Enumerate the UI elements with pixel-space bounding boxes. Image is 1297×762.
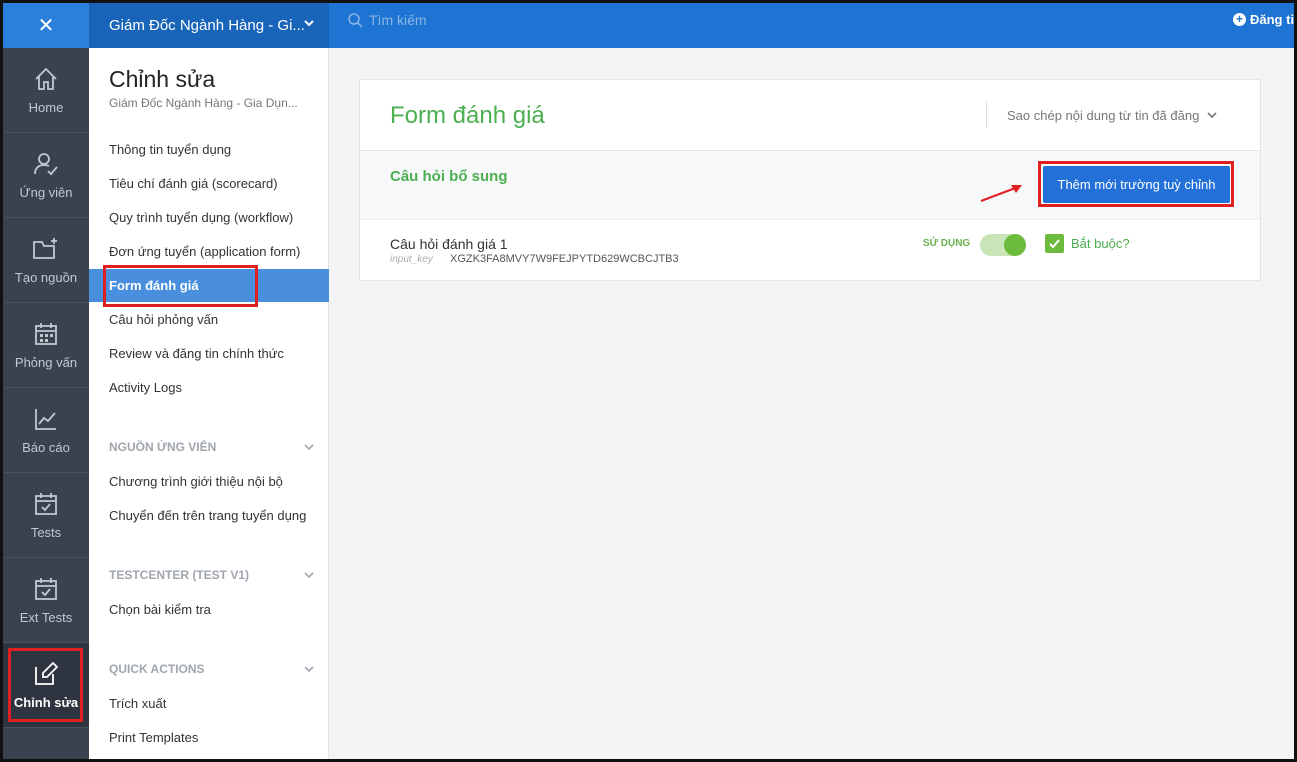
menu-item-choose-test[interactable]: Chọn bài kiểm tra xyxy=(89,593,329,626)
rail-item-interview[interactable]: Phỏng vấn xyxy=(3,303,89,388)
edit-side-menu: Chỉnh sửa Giám Đốc Ngành Hàng - Gia Dụn.… xyxy=(89,48,329,759)
required-label: Bắt buộc? xyxy=(1071,236,1130,251)
chart-line-icon xyxy=(35,408,56,430)
rail-item-sourcing[interactable]: Tạo nguồn xyxy=(3,218,89,303)
close-icon: ✕ xyxy=(37,15,55,37)
menu-item-print-templates[interactable]: Print Templates xyxy=(89,721,329,754)
section-testcenter[interactable]: TESTCENTER (TEST V1) xyxy=(109,568,314,582)
post-job-label: Đăng tin xyxy=(1250,12,1297,27)
chevron-down-icon xyxy=(1207,112,1217,119)
menu-item-evaluation-form[interactable]: Form đánh giá xyxy=(89,265,329,307)
rail-item-edit[interactable]: Chỉnh sửa xyxy=(3,643,89,728)
rail-item-tests[interactable]: Tests xyxy=(3,473,89,558)
use-label: SỬ DỤNG xyxy=(923,238,971,249)
input-key-value: XGZK3FA8MVY7W9FEJPYTD629WCBCJTB3 xyxy=(450,253,679,265)
rail-item-home[interactable]: Home xyxy=(3,48,89,133)
plus-circle-icon: + xyxy=(1233,13,1246,26)
job-selector[interactable]: Giám Đốc Ngành Hàng - Gi... xyxy=(89,3,329,48)
additional-questions-section: Câu hỏi bổ sung Thêm mới trường tuỳ chỉn… xyxy=(360,150,1260,220)
section-title: QUICK ACTIONS xyxy=(109,662,205,676)
search-placeholder: Tìm kiếm xyxy=(369,12,427,28)
add-custom-field-button[interactable]: Thêm mới trường tuỳ chỉnh xyxy=(1043,166,1230,203)
highlight-box xyxy=(103,265,258,307)
menu-item-career-page[interactable]: Chuyển đến trên trang tuyển dụng xyxy=(89,499,329,532)
page-title: Form đánh giá xyxy=(390,102,545,129)
candidate-icon xyxy=(34,152,58,175)
top-bar: ✕ Giám Đốc Ngành Hàng - Gi... Tìm kiếm +… xyxy=(0,0,1297,48)
chevron-down-icon xyxy=(304,20,314,27)
rail-label: Báo cáo xyxy=(22,439,70,455)
rail-label: Tests xyxy=(30,524,62,540)
section-title: TESTCENTER (TEST V1) xyxy=(109,568,250,582)
question-row: Câu hỏi đánh giá 1 input_key XGZK3FA8MVY… xyxy=(360,220,1260,280)
copy-content-label: Sao chép nội dung từ tin đã đăng xyxy=(1007,107,1200,123)
folder-plus-icon xyxy=(33,237,57,259)
chevron-down-icon xyxy=(304,666,314,673)
menu-title: Chỉnh sửa xyxy=(109,66,216,92)
ext-test-calendar-icon xyxy=(35,577,57,600)
rail-label: Home xyxy=(28,99,64,115)
checkbox-checked-icon xyxy=(1045,234,1064,253)
section-title: Câu hỏi bổ sung xyxy=(390,168,508,185)
rail-item-reports[interactable]: Báo cáo xyxy=(3,388,89,473)
copy-content-dropdown[interactable]: Sao chép nội dung từ tin đã đăng xyxy=(986,102,1217,128)
section-quick-actions[interactable]: QUICK ACTIONS xyxy=(109,662,314,676)
home-icon xyxy=(35,67,57,90)
job-title: Giám Đốc Ngành Hàng - Gi... xyxy=(109,17,305,34)
chevron-down-icon xyxy=(304,444,314,451)
menu-item-activity-logs[interactable]: Activity Logs xyxy=(89,371,329,404)
rail-label: Phỏng vấn xyxy=(14,354,78,370)
chevron-down-icon xyxy=(304,572,314,579)
menu-item-interview-questions[interactable]: Câu hỏi phỏng vấn xyxy=(89,303,329,336)
menu-item-export[interactable]: Trích xuất xyxy=(89,687,329,720)
section-candidate-sources[interactable]: NGUỒN ỨNG VIÊN xyxy=(109,440,314,454)
menu-item-job-info[interactable]: Thông tin tuyển dụng xyxy=(89,133,329,166)
required-checkbox[interactable]: Bắt buộc? xyxy=(1045,234,1130,253)
evaluation-form-card: Form đánh giá Sao chép nội dung từ tin đ… xyxy=(359,79,1261,281)
menu-subtitle: Giám Đốc Ngành Hàng - Gia Dụn... xyxy=(109,96,298,110)
search-icon xyxy=(348,13,363,28)
use-toggle[interactable] xyxy=(980,234,1026,256)
red-arrow-annotation xyxy=(980,185,1022,203)
menu-item-application-form[interactable]: Đơn ứng tuyển (application form) xyxy=(89,235,329,268)
question-title: Câu hỏi đánh giá 1 xyxy=(390,236,508,252)
rail-item-ext-tests[interactable]: Ext Tests xyxy=(3,558,89,643)
rail-item-candidates[interactable]: Ứng viên xyxy=(3,133,89,218)
nav-rail: Home Ứng viên Tạo nguồn Phỏng vấn Báo cá… xyxy=(3,48,89,759)
menu-item-review-publish[interactable]: Review và đăng tin chính thức xyxy=(89,337,329,370)
test-calendar-icon xyxy=(35,492,57,515)
toggle-knob xyxy=(1004,234,1026,256)
menu-item-scorecard[interactable]: Tiêu chí đánh giá (scorecard) xyxy=(89,167,329,200)
menu-item-workflow[interactable]: Quy trình tuyển dụng (workflow) xyxy=(89,201,329,234)
section-title: NGUỒN ỨNG VIÊN xyxy=(109,440,217,454)
highlight-box xyxy=(8,648,83,722)
close-button[interactable]: ✕ xyxy=(3,3,89,48)
rail-label: Ext Tests xyxy=(19,609,73,625)
rail-label: Tạo nguồn xyxy=(14,269,78,285)
calendar-icon xyxy=(35,322,57,345)
search-field[interactable]: Tìm kiếm xyxy=(347,12,427,28)
post-job-button[interactable]: + Đăng tin xyxy=(1233,12,1297,27)
menu-item-referral-program[interactable]: Chương trình giới thiệu nội bộ xyxy=(89,465,329,498)
rail-label: Ứng viên xyxy=(19,184,73,200)
input-key-label: input_key xyxy=(390,254,433,265)
